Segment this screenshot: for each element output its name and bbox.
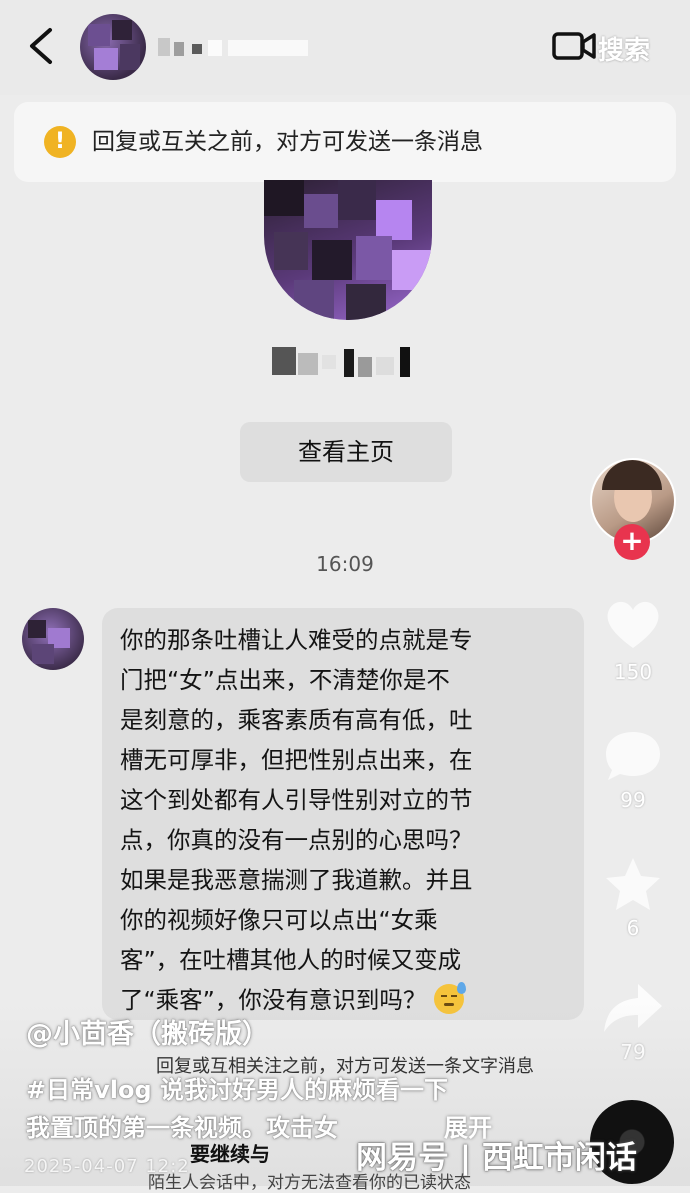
favorite-count: 6: [626, 916, 640, 940]
video-camera-icon[interactable]: [552, 30, 596, 62]
warning-icon: !: [44, 126, 76, 158]
comment-count: 99: [620, 788, 646, 812]
view-profile-button[interactable]: 查看主页: [240, 422, 452, 482]
message-line: 这个到处都有人引导性别对立的节: [120, 786, 473, 814]
header-avatar[interactable]: [80, 14, 146, 80]
message-line: 你的那条吐槽让人难受的点就是专: [120, 626, 473, 654]
video-caption-line1: #日常vlog 说我讨好男人的麻烦看一下: [26, 1076, 449, 1104]
message-line: 点，你真的没有一点别的心思吗？: [120, 826, 473, 854]
header-name-mosaic: [158, 38, 308, 56]
profile-name-mosaic: [272, 347, 410, 377]
continue-chat-text: 要继续与: [190, 1142, 270, 1166]
message-line: 你的视频好像只可以点出“女乘: [120, 906, 438, 934]
sender-avatar[interactable]: [22, 608, 84, 670]
message-line: 门把“女”点出来，不清楚你是不: [120, 666, 450, 694]
message-line: 槽无可厚非，但把性别点出来，在: [120, 746, 473, 774]
chevron-left-icon[interactable]: [22, 24, 62, 68]
message-line: 是刻意的，乘客素质有高有低，吐: [120, 706, 473, 734]
follow-button[interactable]: +: [614, 524, 650, 560]
message-timestamp: 16:09: [316, 552, 374, 576]
watermark: 网易号 | 西虹市闲话: [356, 1140, 637, 1176]
profile-avatar[interactable]: [264, 180, 432, 320]
message-line: 如果是我恶意揣测了我道歉。并且: [120, 866, 473, 894]
message-limit-text: 回复或互关之前，对方可发送一条消息: [92, 129, 483, 155]
star-icon[interactable]: [598, 854, 668, 914]
message-line: 客”，在吐槽其他人的时候又变成: [120, 946, 462, 974]
video-author[interactable]: @小茴香（搬砖版）: [26, 1012, 269, 1051]
like-count: 150: [613, 660, 653, 684]
search-button[interactable]: 搜索: [598, 30, 650, 67]
video-caption-line2: 我置顶的第一条视频。攻击女: [26, 1114, 338, 1142]
heart-icon[interactable]: [598, 594, 668, 654]
message-text: 你的那条吐槽让人难受的点就是专 门把“女”点出来，不清楚你是不 是刻意的，乘客素…: [120, 620, 570, 1020]
comment-icon[interactable]: [598, 726, 668, 786]
